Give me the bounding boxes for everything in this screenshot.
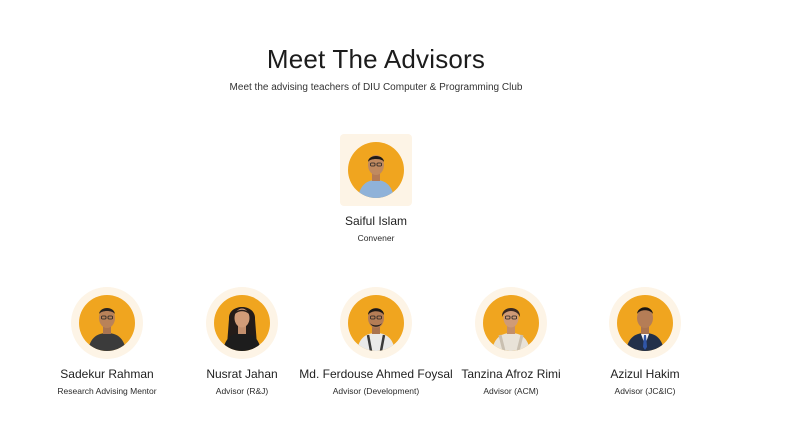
person-portrait-icon — [79, 295, 135, 351]
avatar-frame — [609, 287, 681, 359]
avatar-frame — [71, 287, 143, 359]
advisor-role: Convener — [357, 233, 395, 243]
person-portrait-icon — [348, 295, 404, 351]
person-portrait-icon — [214, 295, 270, 351]
avatar-frame — [340, 287, 412, 359]
advisor-name: Azizul Hakim — [610, 367, 680, 381]
advisor-card-convener: Saiful Islam Convener — [296, 134, 456, 244]
person-portrait-icon — [483, 295, 539, 351]
section-subtitle: Meet the advising teachers of DIU Comput… — [229, 82, 523, 93]
avatar-frame — [340, 134, 412, 206]
advisor-role: Advisor (JC&IC) — [614, 386, 676, 396]
person-portrait-icon — [617, 295, 673, 351]
advisor-card: Azizul Hakim Advisor (JC&IC) — [565, 287, 725, 397]
advisor-name: Saiful Islam — [344, 214, 408, 228]
advisors-section: Meet The Advisors Meet the advising teac… — [0, 0, 800, 446]
section-title: Meet The Advisors — [266, 44, 486, 74]
avatar-frame — [475, 287, 547, 359]
person-portrait-icon — [348, 142, 404, 198]
avatar-frame — [206, 287, 278, 359]
